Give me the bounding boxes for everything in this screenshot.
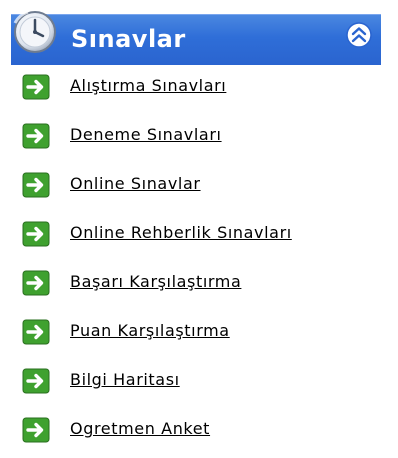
menu-item-link[interactable]: Online Sınavlar	[70, 174, 201, 194]
menu-item[interactable]: Online Sınavlar	[0, 164, 398, 213]
menu-item[interactable]: Ogretmen Anket	[0, 409, 398, 458]
menu-item-link[interactable]: Puan Karşılaştırma	[70, 321, 230, 341]
menu-item-link[interactable]: Ogretmen Anket	[70, 419, 210, 439]
menu-item[interactable]: Online Rehberlik Sınavları	[0, 213, 398, 262]
green-arrow-right-icon	[22, 74, 50, 100]
green-arrow-right-icon	[22, 221, 50, 247]
exam-menu-list: Alıştırma Sınavları Deneme Sınavları Onl…	[0, 66, 398, 458]
menu-item[interactable]: Alıştırma Sınavları	[0, 66, 398, 115]
panel-header: Sınavlar	[0, 0, 398, 66]
green-arrow-right-icon	[22, 172, 50, 198]
green-arrow-right-icon	[22, 319, 50, 345]
green-arrow-right-icon	[22, 270, 50, 296]
menu-item-link[interactable]: Alıştırma Sınavları	[70, 76, 226, 96]
header-bar	[11, 14, 381, 65]
menu-item-link[interactable]: Deneme Sınavları	[70, 125, 222, 145]
menu-item[interactable]: Puan Karşılaştırma	[0, 311, 398, 360]
menu-item-link[interactable]: Online Rehberlik Sınavları	[70, 223, 292, 243]
double-chevron-up-icon	[346, 22, 372, 48]
menu-item[interactable]: Başarı Karşılaştırma	[0, 262, 398, 311]
menu-item-link[interactable]: Bilgi Haritası	[70, 370, 180, 390]
green-arrow-right-icon	[22, 417, 50, 443]
exams-panel: Sınavlar Alıştırma Sınavları Deneme Sına…	[0, 0, 398, 456]
menu-item-link[interactable]: Başarı Karşılaştırma	[70, 272, 241, 292]
panel-title: Sınavlar	[71, 25, 186, 53]
collapse-button[interactable]	[344, 20, 374, 50]
green-arrow-right-icon	[22, 123, 50, 149]
menu-item[interactable]: Deneme Sınavları	[0, 115, 398, 164]
green-arrow-right-icon	[22, 368, 50, 394]
menu-item[interactable]: Bilgi Haritası	[0, 360, 398, 409]
clock-icon	[8, 5, 58, 55]
